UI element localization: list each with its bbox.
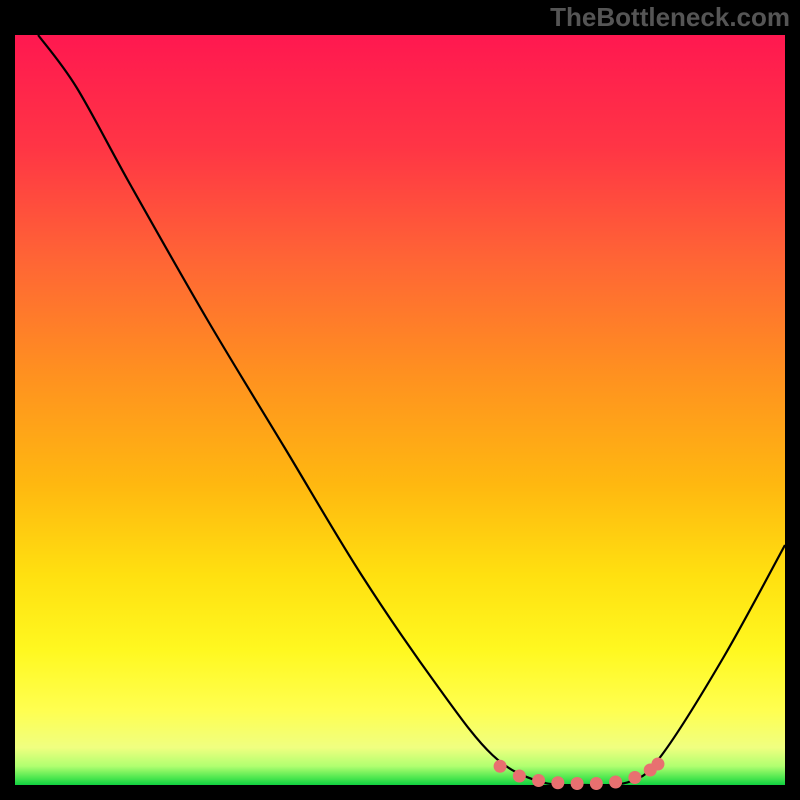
marker-dot xyxy=(513,770,526,783)
marker-dot xyxy=(494,760,507,773)
marker-dot xyxy=(551,776,564,789)
marker-dot xyxy=(571,777,584,790)
marker-dot xyxy=(651,758,664,771)
marker-dot xyxy=(590,777,603,790)
bottleneck-chart xyxy=(0,0,800,800)
marker-dot xyxy=(628,771,641,784)
marker-dot xyxy=(532,774,545,787)
chart-plot-area xyxy=(15,35,785,785)
marker-dot xyxy=(609,776,622,789)
watermark-text: TheBottleneck.com xyxy=(550,2,790,33)
